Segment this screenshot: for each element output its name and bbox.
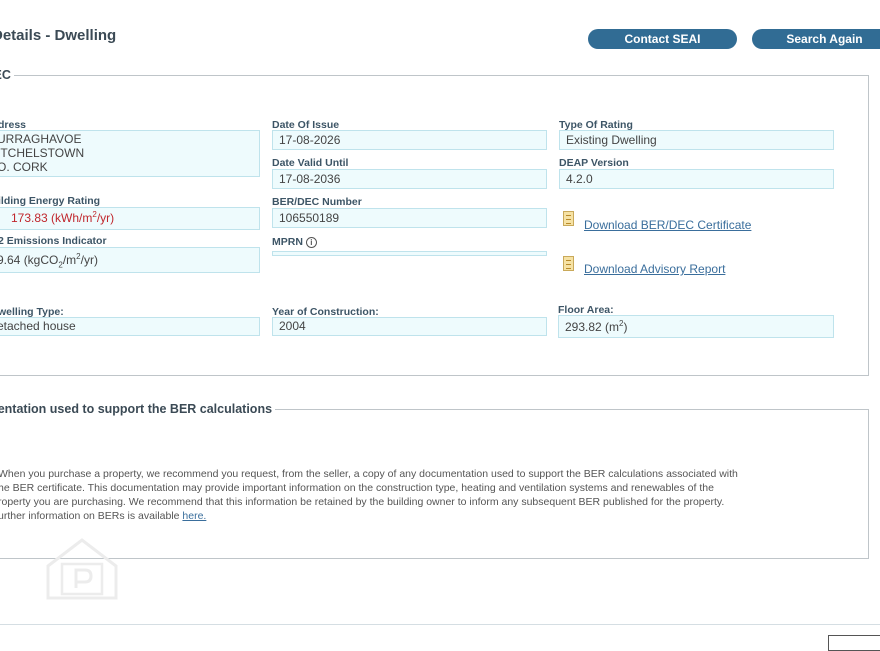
address-field: URRAGHAVOE ITCHELSTOWN O. CORK bbox=[0, 130, 260, 177]
documentation-legend: cumentation used to support the BER calc… bbox=[0, 402, 273, 416]
type-rating-field: Existing Dwelling bbox=[559, 130, 834, 150]
download-advisory-link[interactable]: Download Advisory Report bbox=[584, 262, 725, 276]
doc-line: roperty you are purchasing. We recommend… bbox=[0, 496, 725, 508]
document-icon bbox=[563, 211, 574, 226]
document-icon bbox=[563, 256, 574, 271]
ber-dec-legend: R/DEC bbox=[0, 68, 11, 82]
info-icon[interactable]: i bbox=[305, 236, 317, 248]
download-certificate-link[interactable]: Download BER/DEC Certificate bbox=[584, 218, 751, 232]
mprn-label: MPRN i bbox=[272, 236, 317, 248]
doc-line: urther information on BERs is available … bbox=[0, 510, 207, 522]
co2-field: 9.64 (kgCO2/m2/yr) bbox=[0, 247, 260, 273]
energy-rating-label: ilding Energy Rating bbox=[0, 195, 101, 207]
ber-number-field: 106550189 bbox=[272, 208, 547, 228]
doc-line: When you purchase a property, we recomme… bbox=[0, 468, 738, 480]
energy-rating-field: 173.83 (kWh/m2/yr) bbox=[0, 207, 260, 230]
co2-label: 2 Emissions Indicator bbox=[0, 235, 107, 247]
doc-line: he BER certificate. This documentation m… bbox=[0, 482, 714, 494]
corner-box bbox=[828, 635, 880, 651]
contact-seai-button[interactable]: Contact SEAI bbox=[588, 29, 737, 49]
energy-rating-unit: (kWh/m2/yr) bbox=[51, 210, 115, 225]
footer-divider bbox=[0, 624, 880, 625]
watermark-logo bbox=[46, 538, 118, 600]
dwelling-type-field: etached house bbox=[0, 317, 260, 336]
deap-label: DEAP Version bbox=[559, 157, 629, 169]
floor-area-field: 293.82 (m2) bbox=[558, 315, 834, 338]
year-field: 2004 bbox=[272, 317, 547, 336]
mprn-field bbox=[272, 251, 547, 256]
here-link[interactable]: here. bbox=[182, 510, 206, 522]
page-title: Details - Dwelling bbox=[0, 27, 117, 44]
address-line-3: O. CORK bbox=[0, 160, 48, 174]
documentation-text: When you purchase a property, we recomme… bbox=[0, 467, 878, 523]
date-issue-field: 17-08-2026 bbox=[272, 130, 547, 150]
search-again-button[interactable]: Search Again bbox=[752, 29, 880, 49]
address-line-1: URRAGHAVOE bbox=[0, 132, 82, 146]
deap-field: 4.2.0 bbox=[559, 169, 834, 189]
energy-rating-value: 173.83 bbox=[11, 211, 48, 225]
date-valid-label: Date Valid Until bbox=[272, 157, 349, 169]
date-valid-field: 17-08-2036 bbox=[272, 169, 547, 189]
address-line-2: ITCHELSTOWN bbox=[0, 146, 85, 160]
ber-number-label: BER/DEC Number bbox=[272, 196, 362, 208]
